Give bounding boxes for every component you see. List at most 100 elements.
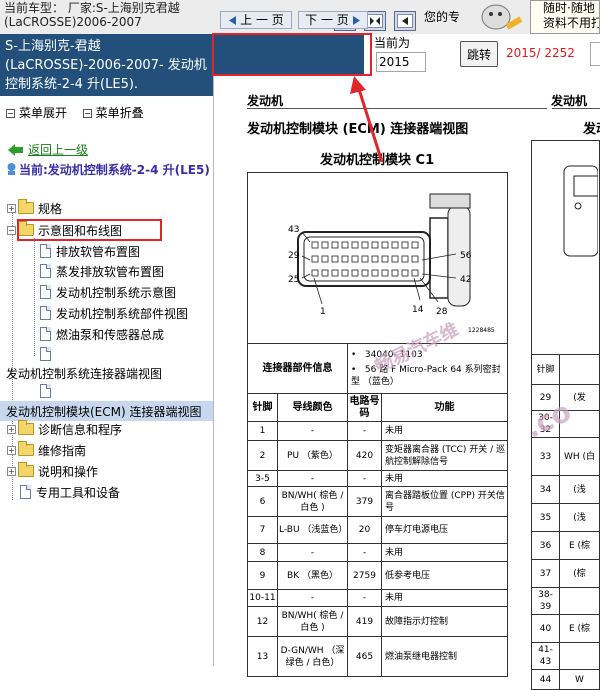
table-row: 33 WH (白 — [531, 437, 600, 476]
header-function: 功能 — [381, 393, 508, 422]
expand-menu-link[interactable]: 菜单展开 — [19, 106, 67, 120]
table-row: 38-39 — [531, 587, 600, 615]
skip-icon — [367, 14, 383, 28]
tree-item-label: 诊断信息和程序 — [38, 422, 123, 437]
tree-item-tools[interactable]: 专用工具和设备 — [20, 482, 120, 502]
folder-icon — [18, 420, 34, 435]
table-row: 10-11- - 未用 — [247, 589, 508, 607]
info-item: • 56 路 F Micro-Pack 64 系列密封型 （蓝色） — [351, 365, 501, 387]
tree-item-connector-view[interactable]: 发动机控制系统连接器端视图 — [6, 363, 162, 383]
tree-item-description[interactable]: + 说明和操作 — [7, 461, 98, 481]
jump-button[interactable]: 跳转 — [460, 41, 498, 67]
tree-item-doc[interactable]: 发动机控制系统示意图 — [40, 282, 176, 302]
notice-line1: 随时·随地 — [543, 1, 595, 15]
highlight-box — [17, 219, 162, 241]
table-row: 34 (浅 — [531, 475, 600, 504]
prev-page-label: 上 一 页 — [240, 13, 284, 27]
notice-line2: 资料不用打 — [543, 16, 600, 30]
folder-icon — [18, 199, 34, 214]
connector-diagram: 43 29 25 1 14 28 56 42 1228485 — [288, 193, 495, 334]
table-row: 35 (浅 — [531, 503, 600, 532]
left-tree-panel: S-上海别克-君越(LaCROSSE)-2006-2007- 发动机控制系统-2… — [0, 34, 214, 666]
prev-page-button[interactable]: 上 一 页 — [220, 11, 292, 29]
next-page-button[interactable]: 下 一 页 — [298, 11, 368, 29]
section-title-right: 发动机 — [551, 94, 588, 108]
pin-label-29: 29 — [288, 251, 300, 261]
table-row: 6 BN/WH( 棕色 / 白色 ) 379 离合器踏板位置 (CPP) 开关信号 — [247, 486, 508, 517]
table-row: 7 L-BU （浅蓝色） 20 停车灯电源电压 — [247, 516, 508, 544]
tree-item-doc[interactable]: 蒸发排放软管布置图 — [40, 261, 164, 281]
table-row: 12 BN/WH( 棕色 / 白色 ) 419 故障指示灯控制 — [247, 606, 508, 637]
tree-item-doc[interactable]: 发动机控制系统部件视图 — [40, 303, 188, 323]
table-row: 36 E (棕 — [531, 531, 600, 560]
current-location-label: 当前:发动机控制系统-2-4 升(LE5) — [19, 163, 210, 177]
collapse-menu-link[interactable]: 菜单折叠 — [96, 106, 144, 120]
pin-label-25: 25 — [288, 275, 299, 285]
expand-plus-icon: + — [7, 466, 16, 476]
ecm-title-right: 发动 — [583, 122, 600, 137]
document-icon — [40, 306, 51, 320]
tree-item-label: 维修指南 — [38, 443, 87, 458]
tree-item-label: 蒸发排放软管布置图 — [56, 264, 165, 279]
header-pin-right: 针脚 — [531, 354, 560, 385]
tree-item-doc[interactable] — [40, 344, 56, 364]
tree-item-label: 说明和操作 — [38, 464, 99, 479]
next-page-label: 下 一 页 — [305, 13, 349, 27]
current-location: 当前:发动机控制系统-2-4 升(LE5) — [6, 161, 210, 180]
pin-label-42: 42 — [460, 275, 471, 285]
folder-icon — [18, 462, 34, 477]
page-count: 2015/ 2252 — [506, 46, 575, 60]
pin-label-1: 1 — [320, 307, 326, 317]
collapse-minus-icon: − — [7, 225, 16, 235]
previous-button[interactable] — [394, 11, 416, 31]
tree-item-spec[interactable]: + 规格 — [7, 198, 62, 218]
page-label: 当前为 — [374, 36, 411, 50]
tree-guide — [34, 238, 35, 356]
panel-title: S-上海别克-君越(LaCROSSE)-2006-2007- 发动机控制系统-2… — [0, 34, 213, 96]
connector-diagram-right — [531, 140, 600, 355]
table-row: 2 PU （紫色） 420 变矩器离合器 (TCC) 开关 / 巡航控制解除信号 — [247, 440, 508, 471]
table-row: 8- - 未用 — [247, 543, 508, 562]
back-arrow-icon — [397, 14, 413, 28]
pin-label-28: 28 — [436, 307, 448, 317]
document-icon — [40, 347, 51, 361]
back-arrow-icon — [8, 143, 23, 156]
table-row: 1- - 未用 — [247, 421, 508, 441]
pin-label-14: 14 — [412, 305, 424, 315]
tree-item-doc[interactable]: 排放软管布置图 — [40, 241, 140, 261]
tree-item-label: 发动机控制系统连接器端视图 — [6, 366, 163, 381]
expand-plus-icon: + — [7, 203, 16, 213]
tree-item-label: 专用工具和设备 — [36, 485, 121, 500]
connector-table: 43 29 25 1 14 28 56 42 1228485 连接器部件信息 •… — [247, 172, 508, 677]
tree-item-label: 发动机控制模块(ECM) 连接器端视图 — [6, 404, 202, 419]
document-icon — [40, 244, 51, 258]
tree-item-ecm-view[interactable]: 发动机控制模块(ECM) 连接器端视图 — [6, 401, 202, 421]
document-icon — [40, 264, 51, 278]
tree-item-doc[interactable]: 燃油泵和传感器总成 — [40, 324, 164, 344]
diagram-id: 1228485 — [468, 327, 495, 334]
table-row: 40 E (棕 — [531, 614, 600, 643]
page-number-input[interactable] — [376, 52, 426, 72]
table-row: 3-5- - 未用 — [247, 470, 508, 487]
back-link-label: 返回上一级 — [28, 143, 89, 157]
table-row: 37 (棕 — [531, 559, 600, 588]
table-row: 44 W — [531, 669, 600, 690]
tree-item-doc[interactable] — [40, 381, 56, 401]
tree-item-label: 发动机控制系统部件视图 — [56, 306, 189, 321]
tree-item-label: 规格 — [38, 201, 63, 216]
back-link[interactable]: 返回上一级 — [8, 141, 88, 158]
document-icon — [40, 327, 51, 341]
divider — [552, 108, 600, 109]
tree-item-repair[interactable]: + 维修指南 — [7, 440, 86, 460]
table-row: 13 D-GN/WH （深绿色 / 白色） 465 燃油泵继电器控制 — [247, 636, 508, 677]
header-color: 导线颜色 — [277, 393, 348, 422]
table-row: 41-43 — [531, 642, 600, 670]
expand-icon — [6, 109, 15, 118]
expand-plus-icon: + — [7, 424, 16, 434]
pin-label-43: 43 — [288, 225, 299, 235]
tree-item-diagnosis[interactable]: + 诊断信息和程序 — [7, 419, 122, 439]
nav-highlight-box — [212, 33, 372, 76]
tree-item-label: 燃油泵和传感器总成 — [56, 327, 165, 342]
info-label: 连接器部件信息 — [247, 343, 348, 394]
folder-icon — [18, 441, 34, 456]
